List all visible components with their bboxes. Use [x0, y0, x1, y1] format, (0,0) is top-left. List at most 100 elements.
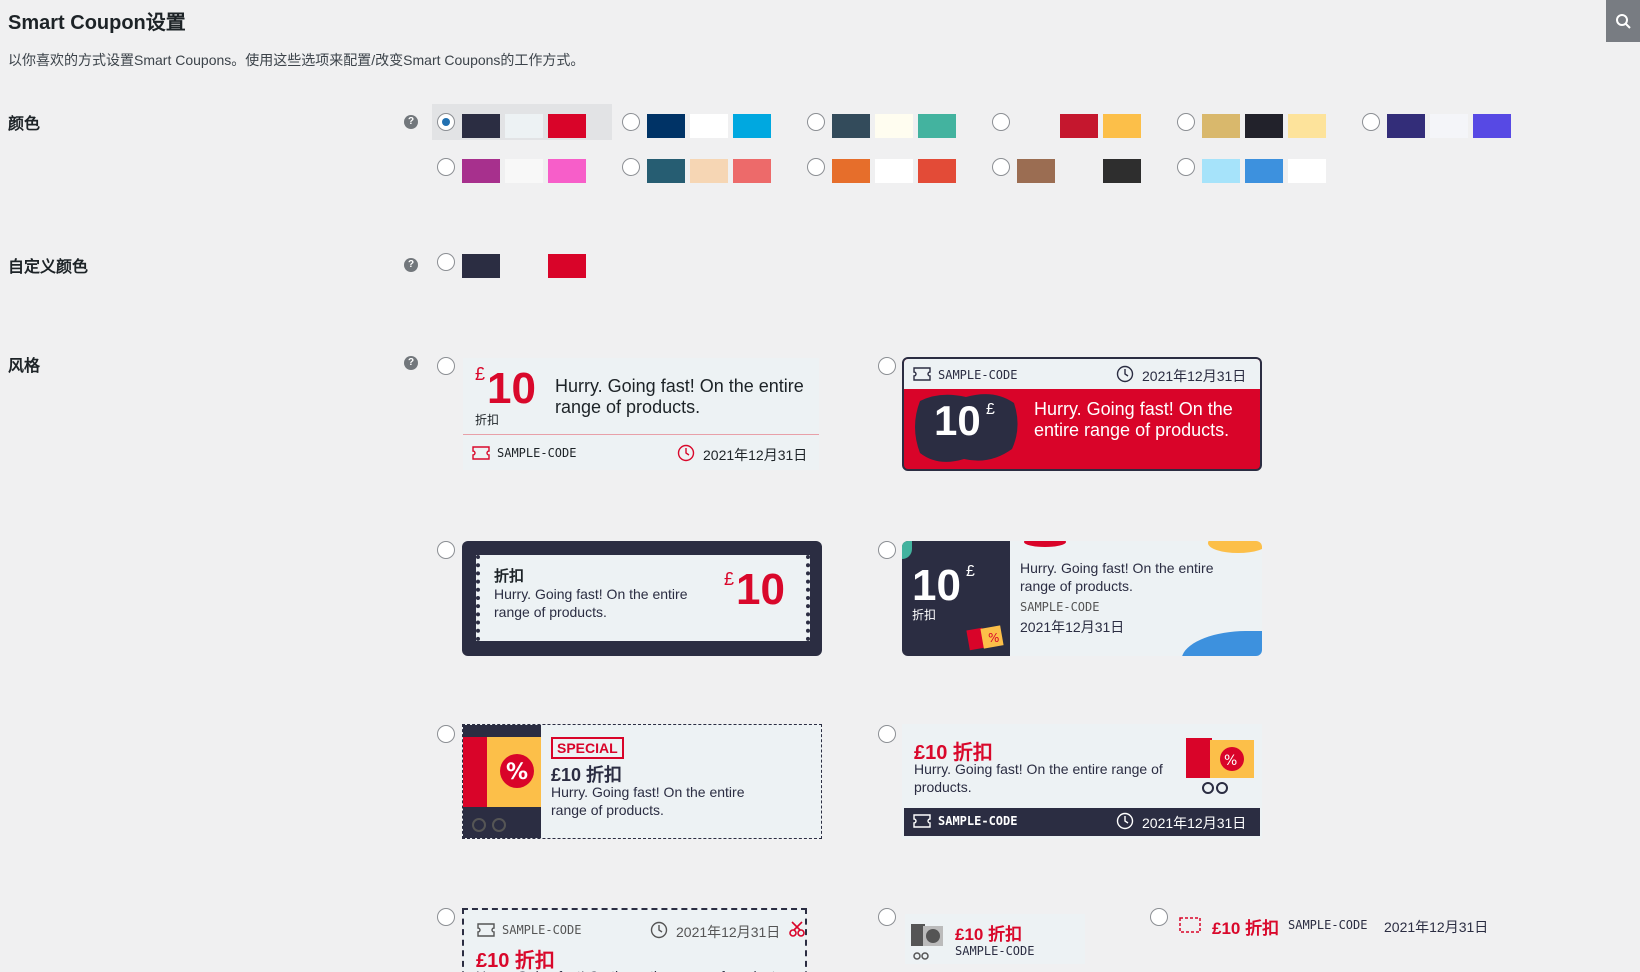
scissors-icon: [472, 818, 506, 832]
custom-color-swatch-3[interactable]: [548, 254, 586, 278]
color-swatch: [918, 114, 956, 138]
coupon-code: SAMPLE-CODE: [1288, 918, 1368, 932]
color-swatch: [1245, 159, 1283, 183]
color-swatch: [1060, 114, 1098, 138]
coupon-expiry: 2021年12月31日: [1142, 368, 1247, 384]
coupon-expiry: 2021年12月31日: [676, 924, 781, 940]
amount-discount: £10 折扣: [1212, 919, 1280, 938]
ticket-icon: [477, 923, 495, 937]
style-radio-5[interactable]: [437, 725, 455, 743]
coupon-description: Hurry. Going fast! On the entire range o…: [551, 784, 745, 818]
color-swatch: [1430, 114, 1468, 138]
color-scheme-radio[interactable]: [622, 158, 640, 176]
color-swatch: [505, 114, 543, 138]
currency: £: [724, 569, 735, 589]
coupon-scissors-icon: [911, 924, 943, 960]
color-swatch: [1288, 159, 1326, 183]
amount: 10: [487, 364, 536, 413]
coupon-expiry: 2021年12月31日: [703, 447, 808, 463]
color-swatch: [647, 114, 685, 138]
color-swatch: [548, 114, 586, 138]
color-swatch: [918, 159, 956, 183]
coupon-style-2[interactable]: SAMPLE-CODE 2021年12月31日 10 £ Hurry. Goin…: [902, 357, 1262, 471]
coupon-style-4[interactable]: 10 £ 折扣 % Hurry. Going fast! On the enti…: [902, 541, 1262, 656]
color-scheme-radio[interactable]: [437, 158, 455, 176]
amount: 10: [736, 565, 785, 614]
coupon-style-8[interactable]: £10 折扣 SAMPLE-CODE: [905, 914, 1085, 964]
color-swatch: [1202, 159, 1240, 183]
color-swatch: [1103, 114, 1141, 138]
color-swatch: [1202, 114, 1240, 138]
special-badge: SPECIAL: [551, 737, 624, 759]
color-swatch: [1387, 114, 1425, 138]
style-radio-9[interactable]: [1150, 908, 1168, 926]
search-toggle-button[interactable]: [1606, 0, 1640, 42]
style-radio-7[interactable]: [437, 908, 455, 926]
style-radio-2[interactable]: [878, 357, 896, 375]
custom-color-swatch-2[interactable]: [505, 254, 543, 278]
clock-icon: [650, 921, 668, 939]
coupon-description: Hurry. Going fast! On the entire range o…: [1020, 560, 1214, 594]
coupon-code: SAMPLE-CODE: [502, 923, 582, 937]
color-scheme-radio[interactable]: [807, 113, 825, 131]
amount: 10: [912, 561, 961, 610]
color-scheme-radio[interactable]: [437, 113, 455, 131]
amount-discount: £10 折扣: [955, 925, 1023, 944]
coupon-expiry: 2021年12月31日: [1020, 619, 1125, 635]
coupon-dashed-icon: [1179, 917, 1201, 933]
coupon-scissors-icon: %: [1186, 738, 1254, 794]
custom-color-swatch-1[interactable]: [462, 254, 500, 278]
color-scheme-radio[interactable]: [1177, 113, 1195, 131]
coupon-style-1[interactable]: £ 10 折扣 Hurry. Going fast! On the entire…: [463, 358, 819, 470]
custom-color-label: 自定义颜色: [8, 259, 89, 276]
color-scheme-radio[interactable]: [807, 158, 825, 176]
style-help-icon[interactable]: ?: [404, 356, 418, 370]
color-swatch: [733, 114, 771, 138]
currency: £: [475, 364, 486, 384]
coupon-style-6[interactable]: £10 折扣 Hurry. Going fast! On the entire …: [902, 724, 1262, 839]
style-radio-1[interactable]: [437, 357, 455, 375]
percent-badge-icon: %: [500, 754, 534, 788]
color-scheme-radio[interactable]: [992, 113, 1010, 131]
coupon-description: Hurry. Going fast! On the entire range o…: [555, 376, 804, 417]
coupon-description: Hurry. Going fast! On the entire range o…: [476, 968, 776, 972]
color-help-icon[interactable]: ?: [404, 115, 418, 129]
ticket-icon: [913, 367, 931, 381]
clock-icon: [1116, 812, 1134, 830]
page-description: 以你喜欢的方式设置Smart Coupons。使用这些选项来配置/改变Smart…: [8, 52, 585, 68]
clock-icon: [677, 444, 695, 462]
style-label: 风格: [8, 358, 41, 375]
color-scheme-radio[interactable]: [1177, 158, 1195, 176]
color-swatch: [875, 159, 913, 183]
coupon-style-7[interactable]: SAMPLE-CODE 2021年12月31日 £10 折扣 Hurry. Go…: [462, 908, 807, 972]
search-icon: [1616, 14, 1631, 29]
color-scheme-radio[interactable]: [1362, 113, 1380, 131]
style-radio-3[interactable]: [437, 541, 455, 559]
color-swatch: [462, 114, 500, 138]
svg-text:%: %: [506, 760, 528, 785]
color-swatch: [690, 159, 728, 183]
coupon-description: Hurry. Going fast! On the entire range o…: [494, 586, 688, 620]
clock-icon: [1116, 365, 1134, 383]
custom-color-radio[interactable]: [437, 253, 455, 271]
coupon-style-9[interactable]: £10 折扣 SAMPLE-CODE 2021年12月31日: [1176, 910, 1506, 938]
style-radio-4[interactable]: [878, 541, 896, 559]
color-swatch: [1473, 114, 1511, 138]
coupon-style-3[interactable]: 折扣 Hurry. Going fast! On the entire rang…: [462, 541, 822, 656]
color-label: 颜色: [8, 116, 41, 133]
color-swatch: [875, 114, 913, 138]
style-radio-6[interactable]: [878, 725, 896, 743]
coupon-style-5[interactable]: % SPECIAL £10 折扣 Hurry. Going fast! On t…: [462, 724, 822, 839]
color-scheme-radio[interactable]: [992, 158, 1010, 176]
color-swatch: [462, 159, 500, 183]
page-title: Smart Coupon设置: [8, 12, 186, 34]
scissors-icon: [789, 921, 805, 937]
color-swatch: [1017, 114, 1055, 138]
discount-label: 折扣: [494, 568, 525, 585]
color-scheme-radio[interactable]: [622, 113, 640, 131]
color-swatch: [1103, 159, 1141, 183]
custom-color-help-icon[interactable]: ?: [404, 258, 418, 272]
coupon-code: SAMPLE-CODE: [955, 944, 1035, 958]
style-radio-8[interactable]: [878, 908, 896, 926]
color-swatch: [832, 114, 870, 138]
